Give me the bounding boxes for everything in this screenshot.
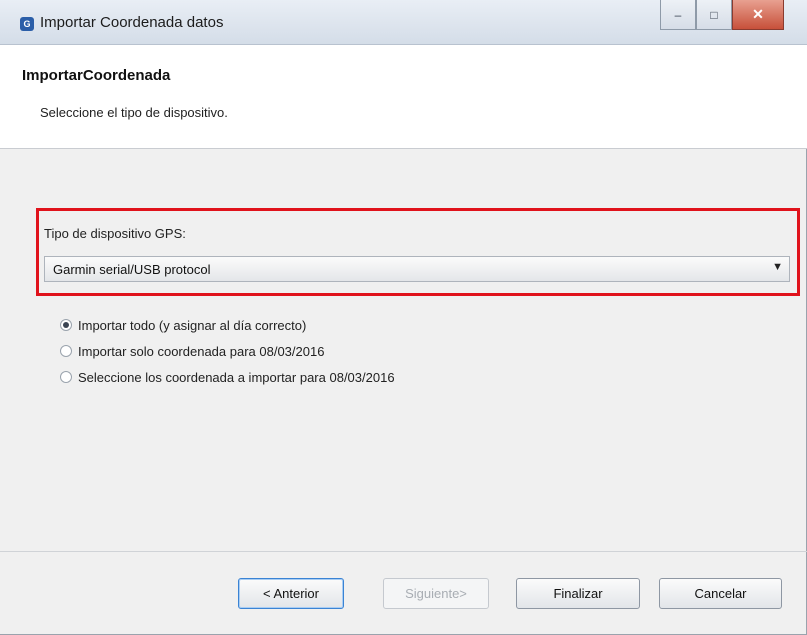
- option-label: Importar todo (y asignar al día correcto…: [78, 317, 307, 333]
- gps-device-select[interactable]: Garmin serial/USB protocol ▼: [44, 256, 790, 282]
- import-dialog: G Importar Coordenada datos – □ ✕ Import…: [0, 0, 807, 635]
- wizard-description: Seleccione el tipo de dispositivo.: [40, 105, 228, 120]
- gps-device-label: Tipo de dispositivo GPS:: [44, 226, 186, 241]
- window-controls: – □ ✕: [660, 0, 784, 30]
- option-label: Seleccione los coordenada a importar par…: [78, 369, 395, 385]
- minimize-button[interactable]: –: [660, 0, 696, 30]
- radio-button[interactable]: [60, 319, 72, 331]
- back-button[interactable]: < Anterior: [238, 578, 344, 609]
- import-options: Importar todo (y asignar al día correcto…: [60, 312, 395, 390]
- close-button[interactable]: ✕: [732, 0, 784, 30]
- option-select-coordinates[interactable]: Seleccione los coordenada a importar par…: [60, 364, 395, 390]
- option-import-date-only[interactable]: Importar solo coordenada para 08/03/2016: [60, 338, 395, 364]
- radio-button[interactable]: [60, 345, 72, 357]
- wizard-title: ImportarCoordenada: [22, 67, 171, 84]
- app-icon: G: [20, 17, 34, 31]
- wizard-header: ImportarCoordenada Seleccione el tipo de…: [0, 45, 807, 149]
- cancel-button[interactable]: Cancelar: [659, 578, 782, 609]
- window-title: Importar Coordenada datos: [40, 14, 224, 31]
- next-button[interactable]: Siguiente>: [383, 578, 489, 609]
- maximize-button[interactable]: □: [696, 0, 732, 30]
- title-bar[interactable]: G Importar Coordenada datos – □ ✕: [0, 0, 807, 45]
- footer-divider: [0, 551, 807, 552]
- option-import-all[interactable]: Importar todo (y asignar al día correcto…: [60, 312, 395, 338]
- finish-button[interactable]: Finalizar: [516, 578, 640, 609]
- radio-button[interactable]: [60, 371, 72, 383]
- gps-highlight-frame: [36, 208, 800, 296]
- option-label: Importar solo coordenada para 08/03/2016: [78, 343, 325, 359]
- gps-device-selected-value: Garmin serial/USB protocol: [53, 262, 211, 277]
- chevron-down-icon[interactable]: ▼: [772, 261, 783, 273]
